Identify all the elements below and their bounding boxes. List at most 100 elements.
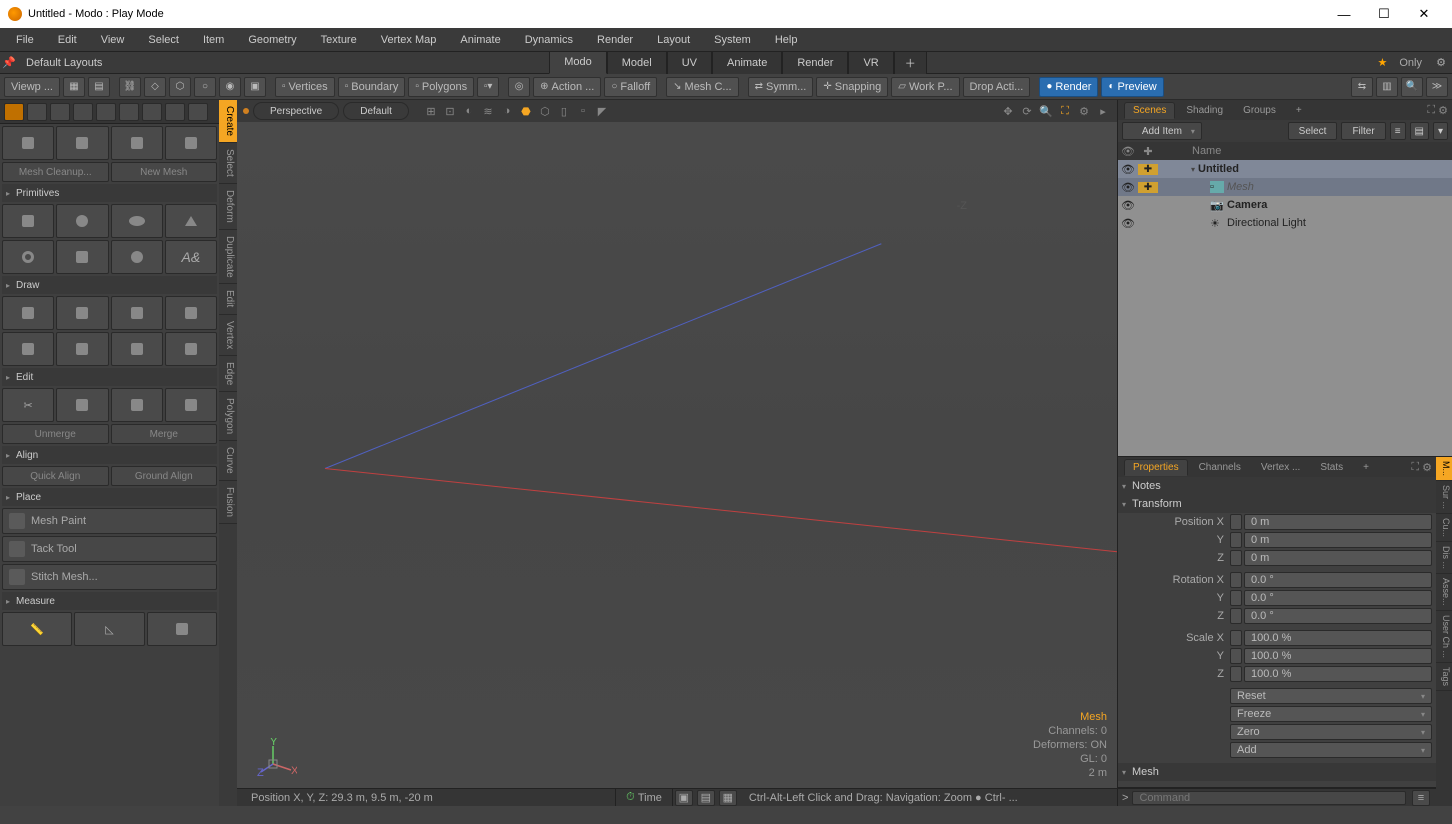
- menu-dynamics[interactable]: Dynamics: [513, 28, 585, 51]
- prim-text[interactable]: A&: [165, 240, 217, 274]
- draw-3[interactable]: [111, 296, 163, 330]
- posx-key[interactable]: [1230, 514, 1242, 530]
- mode-icon-8[interactable]: [165, 103, 185, 121]
- new-mesh-button[interactable]: New Mesh: [111, 162, 218, 182]
- scale-x-field[interactable]: 100.0 %: [1244, 630, 1432, 646]
- prim-sphere[interactable]: [56, 204, 108, 238]
- draw-7[interactable]: [111, 332, 163, 366]
- cmd-opt-icon[interactable]: ≡: [1412, 790, 1430, 806]
- vtab-select[interactable]: Select: [219, 143, 237, 184]
- maximize-button[interactable]: ☐: [1364, 0, 1404, 28]
- edit-cut[interactable]: ✂: [2, 388, 54, 422]
- mode-icon-7[interactable]: [142, 103, 162, 121]
- position-y-field[interactable]: 0 m: [1244, 532, 1432, 548]
- only-toggle[interactable]: Only: [1391, 57, 1430, 69]
- rvtab-m[interactable]: M...: [1436, 457, 1452, 481]
- vp-nav-fit[interactable]: ⛶: [1057, 103, 1073, 119]
- draw-5[interactable]: [2, 332, 54, 366]
- layout-tab-animate[interactable]: Animate: [712, 52, 782, 74]
- vp-opt-4[interactable]: ≋: [480, 103, 496, 119]
- section-notes[interactable]: Notes: [1118, 477, 1436, 495]
- sel-mode-4[interactable]: ○: [194, 77, 216, 97]
- edit-3[interactable]: [111, 388, 163, 422]
- rvtab-asse[interactable]: Asse...: [1436, 574, 1452, 611]
- vp-opt-7[interactable]: ⬡: [537, 103, 553, 119]
- layout-tab-vr[interactable]: VR: [848, 52, 893, 74]
- rvtab-sur[interactable]: Sur ...: [1436, 481, 1452, 514]
- posz-key[interactable]: [1230, 550, 1242, 566]
- drop-action-button[interactable]: Drop Acti...: [963, 77, 1031, 97]
- vp-more-icon[interactable]: ▸: [1095, 103, 1111, 119]
- position-x-field[interactable]: 0 m: [1244, 514, 1432, 530]
- add-item-dropdown[interactable]: Add Item: [1122, 122, 1202, 140]
- transform-rotate[interactable]: [56, 126, 108, 160]
- quick-align-button[interactable]: Quick Align: [2, 466, 109, 486]
- edit-4[interactable]: [165, 388, 217, 422]
- rotation-y-field[interactable]: 0.0 °: [1244, 590, 1432, 606]
- mesh-paint-button[interactable]: Mesh Paint: [2, 508, 217, 534]
- status-btn-1[interactable]: ▣: [675, 790, 693, 806]
- mode-icon-1[interactable]: [4, 103, 24, 121]
- tree-row-light[interactable]: 👁 ☀Directional Light: [1118, 214, 1452, 232]
- vp-gear-icon[interactable]: ⚙: [1076, 103, 1092, 119]
- vtab-create[interactable]: Create: [219, 100, 237, 143]
- close-button[interactable]: ✕: [1404, 0, 1444, 28]
- vtab-polygon[interactable]: Polygon: [219, 392, 237, 441]
- menu-select[interactable]: Select: [136, 28, 191, 51]
- stitch-mesh-button[interactable]: Stitch Mesh...: [2, 564, 217, 590]
- pin-icon[interactable]: 📌: [0, 56, 18, 69]
- snapping-button[interactable]: ✛ Snapping: [816, 77, 888, 97]
- vtab-fusion[interactable]: Fusion: [219, 481, 237, 524]
- section-mesh[interactable]: Mesh: [1118, 763, 1436, 781]
- sel-mode-1[interactable]: ⛓: [119, 77, 141, 97]
- shading-dropdown[interactable]: Default: [343, 102, 409, 120]
- sel-mode-2[interactable]: ◇: [144, 77, 166, 97]
- section-place[interactable]: Place: [2, 488, 217, 506]
- vp-opt-8[interactable]: ▯: [556, 103, 572, 119]
- comp-extra[interactable]: ▫▾: [477, 77, 499, 97]
- tree-row-untitled[interactable]: 👁✚ ▾Untitled: [1118, 160, 1452, 178]
- vp-opt-6[interactable]: ⬣: [518, 103, 534, 119]
- sel-mode-5[interactable]: ◉: [219, 77, 241, 97]
- scale-z-field[interactable]: 100.0 %: [1244, 666, 1432, 682]
- menu-layout[interactable]: Layout: [645, 28, 702, 51]
- mode-icon-2[interactable]: [27, 103, 47, 121]
- vp-nav-move[interactable]: ✥: [1000, 103, 1016, 119]
- prim-cylinder[interactable]: [56, 240, 108, 274]
- vp-opt-1[interactable]: ⊞: [423, 103, 439, 119]
- panel-expand-icon[interactable]: ⛶: [1427, 104, 1435, 117]
- prim-ellipsoid[interactable]: [111, 204, 163, 238]
- menu-vertexmap[interactable]: Vertex Map: [369, 28, 449, 51]
- mode-icon-9[interactable]: [188, 103, 208, 121]
- transform-scale[interactable]: [111, 126, 163, 160]
- layout-label[interactable]: Default Layouts: [18, 57, 102, 69]
- scale-y-field[interactable]: 100.0 %: [1244, 648, 1432, 664]
- tab-shading[interactable]: Shading: [1177, 102, 1232, 119]
- vtab-edit[interactable]: Edit: [219, 284, 237, 314]
- draw-6[interactable]: [56, 332, 108, 366]
- command-input[interactable]: Command: [1132, 791, 1406, 805]
- vp-opt-2[interactable]: ⊡: [442, 103, 458, 119]
- tab-stats[interactable]: Stats: [1311, 459, 1352, 476]
- status-btn-3[interactable]: ▦: [719, 790, 737, 806]
- comp-vertices[interactable]: ▫ Vertices: [275, 77, 335, 97]
- measure-protractor[interactable]: ◺: [74, 612, 144, 646]
- vtab-duplicate[interactable]: Duplicate: [219, 230, 237, 285]
- tab-properties[interactable]: Properties: [1124, 459, 1188, 476]
- tree-row-camera[interactable]: 👁 📷Camera: [1118, 196, 1452, 214]
- viewport-layout-button[interactable]: Viewp ...: [4, 77, 60, 97]
- freeze-dropdown[interactable]: Freeze: [1230, 706, 1432, 722]
- prop-expand-icon[interactable]: ⛶: [1411, 461, 1419, 474]
- sclz-key[interactable]: [1230, 666, 1242, 682]
- rotation-z-field[interactable]: 0.0 °: [1244, 608, 1432, 624]
- symmetry-button[interactable]: ⇄ Symm...: [748, 77, 814, 97]
- transform-move[interactable]: [2, 126, 54, 160]
- tree-row-mesh[interactable]: 👁✚ ▫Mesh: [1118, 178, 1452, 196]
- viewport-3d[interactable]: -Z Mesh Channels: 0 Deformers: ON GL: 0 …: [237, 122, 1117, 788]
- transform-uniform[interactable]: [165, 126, 217, 160]
- scene-opt-3[interactable]: ▾: [1433, 122, 1448, 140]
- col-name[interactable]: Name: [1188, 145, 1452, 157]
- menu-animate[interactable]: Animate: [448, 28, 512, 51]
- add-dropdown[interactable]: Add: [1230, 742, 1432, 758]
- scene-tree[interactable]: 👁✚ ▾Untitled 👁✚ ▫Mesh 👁 📷Camera 👁 ☀Direc…: [1118, 160, 1452, 456]
